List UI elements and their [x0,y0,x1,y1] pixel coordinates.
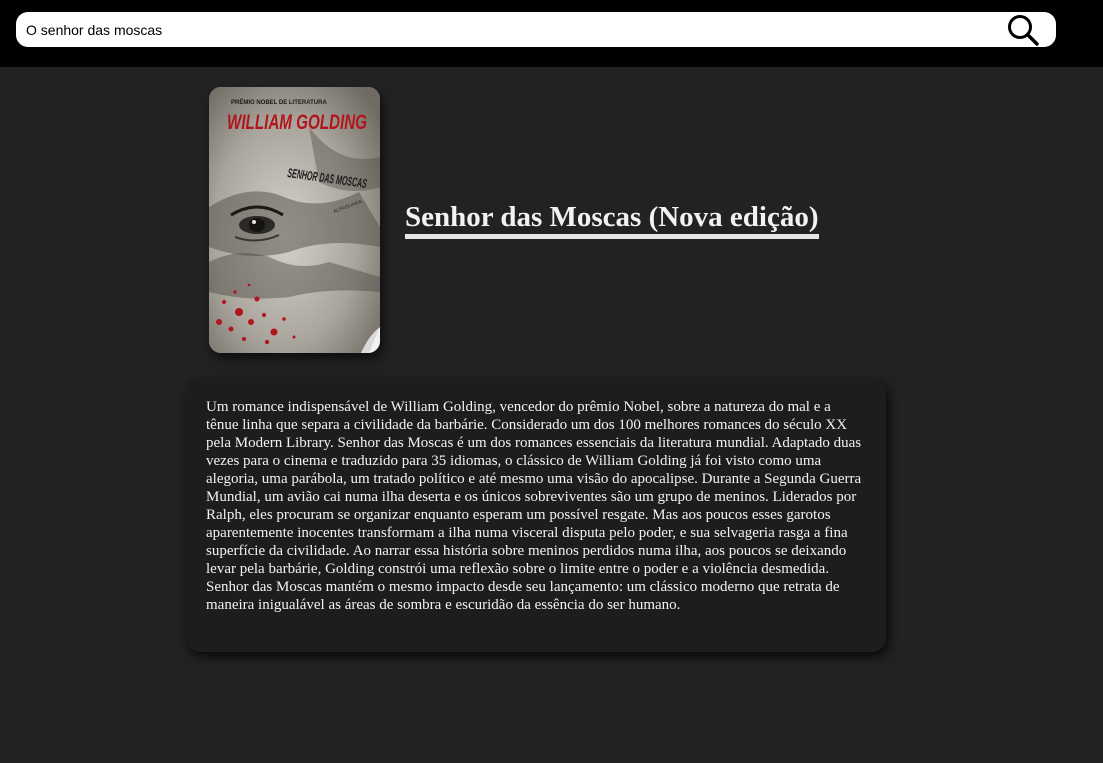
book-title: Senhor das Moscas (Nova edição) [405,200,819,239]
book-title-block: Senhor das Moscas (Nova edição) [405,200,819,239]
book-description: Um romance indispensável de William Gold… [206,399,862,613]
description-card: Um romance indispensável de William Gold… [186,378,886,652]
search-button[interactable] [1006,13,1042,46]
cover-series-label: PRÊMIO NOBEL DE LITERATURA [231,98,327,106]
search-box [16,12,1056,47]
search-input[interactable] [26,12,986,47]
search-icon [1008,15,1039,46]
book-cover-image: PRÊMIO NOBEL DE LITERATURA WILLIAM GOLDI… [209,87,380,353]
top-bar [0,0,1103,67]
cover-author: WILLIAM GOLDING [227,111,367,134]
